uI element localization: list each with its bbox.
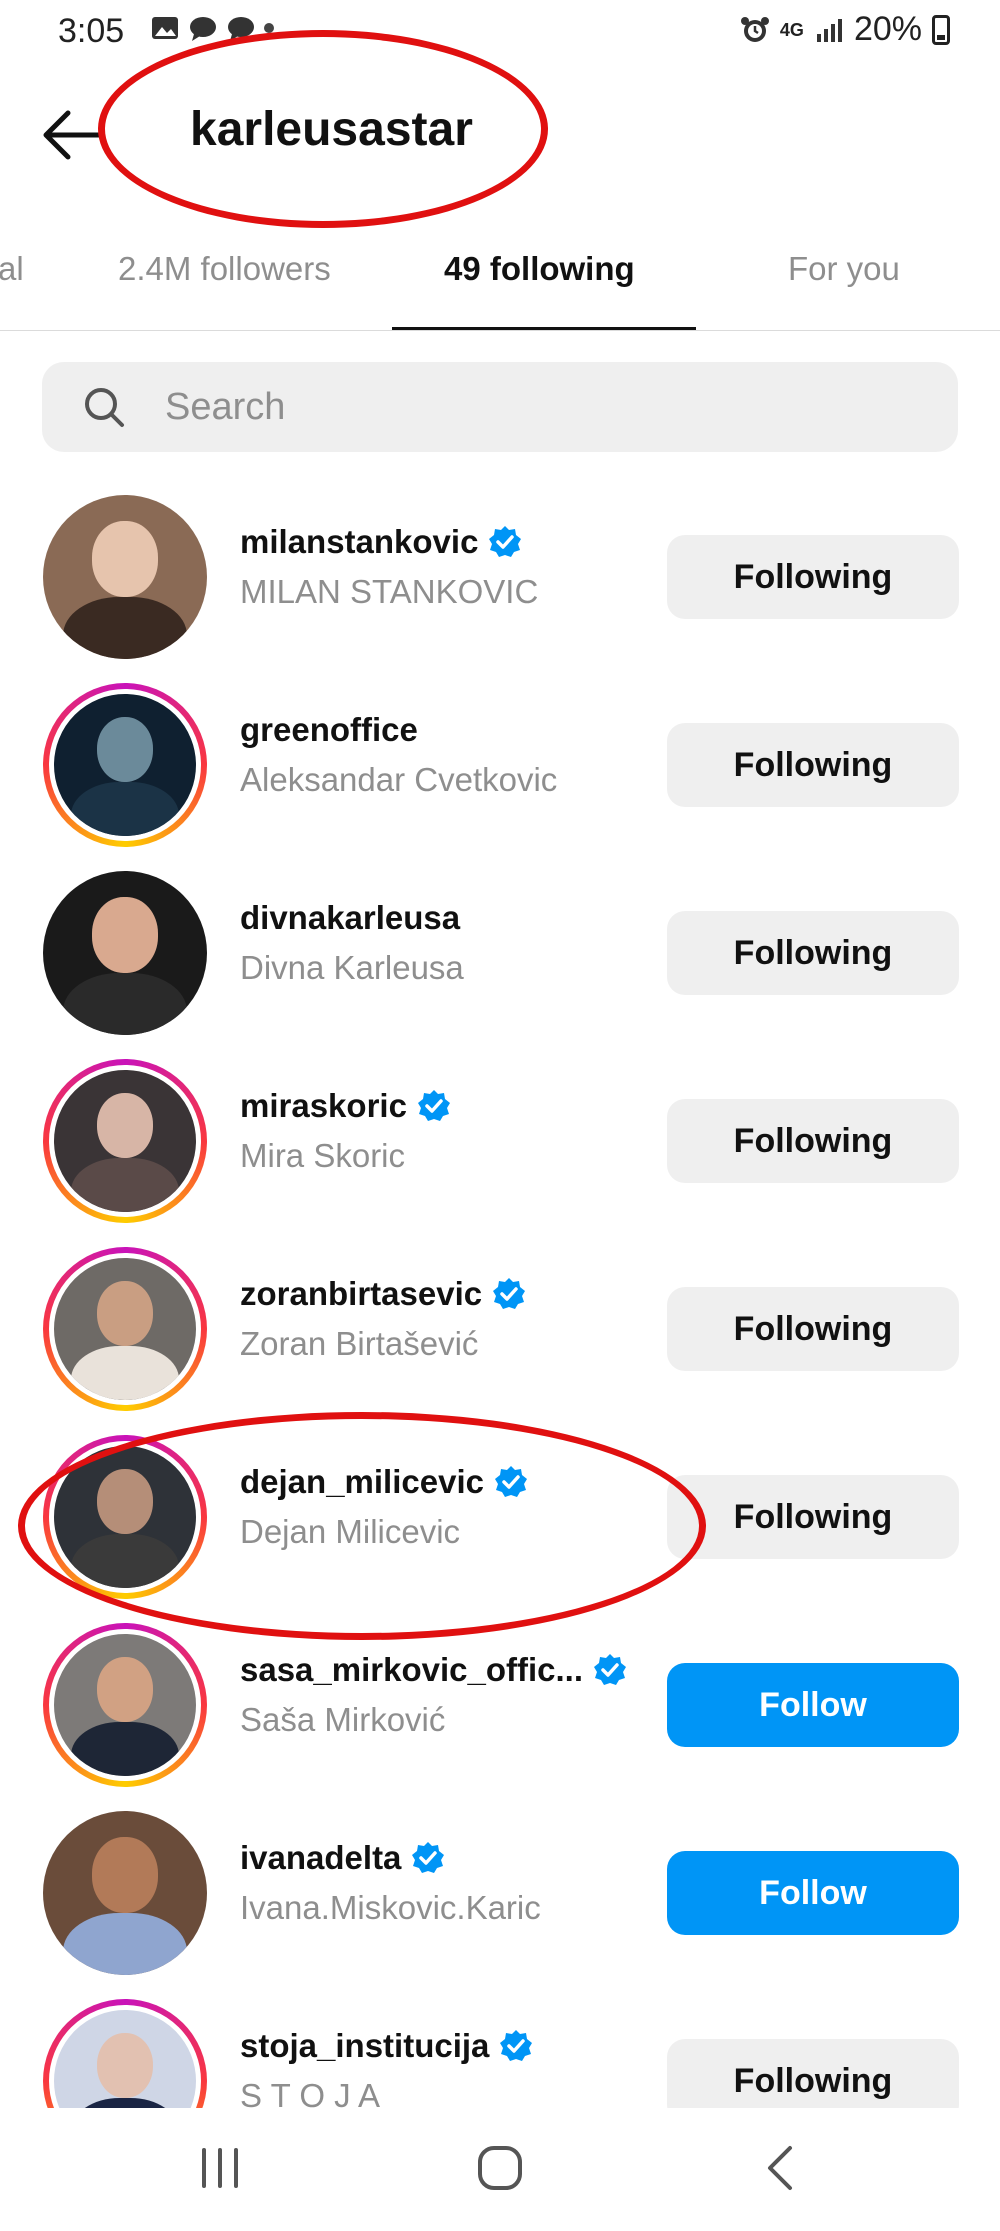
tab-divider — [0, 330, 1000, 331]
account-row[interactable]: milanstankovic MILAN STANKOVIC Following — [0, 483, 1000, 671]
search-icon — [85, 388, 124, 427]
account-username[interactable]: divnakarleusa — [240, 899, 460, 937]
avatar — [43, 495, 207, 659]
account-full-name: Saša Mirković — [240, 1701, 446, 1738]
username-line: sasa_mirkovic_offic... — [240, 1651, 627, 1689]
status-bar: 3:05 4G 20% — [0, 0, 1000, 64]
account-full-name: Zoran Birtašević — [240, 1325, 479, 1362]
username-line: ivanadelta — [240, 1839, 445, 1877]
avatar-face — [92, 1837, 158, 1913]
username-line: greenoffice — [240, 711, 418, 749]
account-row[interactable]: greenoffice Aleksandar Cvetkovic Following — [0, 671, 1000, 859]
account-row[interactable]: divnakarleusa Divna Karleusa Following — [0, 859, 1000, 1047]
avatar — [49, 1065, 201, 1217]
verified-badge-icon — [500, 2030, 533, 2061]
account-username[interactable]: zoranbirtasevic — [240, 1275, 482, 1313]
avatar — [43, 871, 207, 1035]
account-username[interactable]: greenoffice — [240, 711, 418, 749]
avatar-body — [71, 1722, 179, 1776]
avatar-frame[interactable] — [43, 495, 207, 659]
back-icon[interactable] — [752, 2138, 812, 2198]
account-full-name: Aleksandar Cvetkovic — [240, 761, 558, 798]
tab-following[interactable]: 49 following — [444, 250, 635, 288]
active-tab-indicator — [392, 327, 696, 330]
avatar-face — [96, 716, 154, 783]
tab-mutual[interactable]: al — [0, 250, 24, 288]
following-button[interactable]: Following — [667, 1475, 959, 1559]
account-full-name: MILAN STANKOVIC — [240, 573, 539, 610]
account-row[interactable]: zoranbirtasevic Zoran Birtašević Following — [0, 1235, 1000, 1423]
avatar-body — [62, 972, 188, 1035]
avatar — [49, 1629, 201, 1781]
account-row[interactable]: ivanadelta Ivana.Miskovic.Karic Follow — [0, 1799, 1000, 1987]
search-input[interactable] — [165, 380, 865, 435]
avatar-face — [96, 1280, 154, 1347]
alarm-icon — [740, 16, 769, 42]
battery-icon — [932, 14, 950, 45]
account-full-name: Mira Skoric — [240, 1137, 406, 1174]
verified-badge-icon — [493, 1278, 526, 1309]
account-username[interactable]: milanstankovic — [240, 523, 478, 561]
avatar-body — [71, 1158, 179, 1212]
account-row[interactable]: sasa_mirkovic_offic... Saša Mirković Follo… — [0, 1611, 1000, 1799]
username-line: milanstankovic — [240, 523, 522, 561]
battery-level: 20% — [853, 10, 922, 48]
avatar-face — [96, 2032, 154, 2099]
username-line: divnakarleusa — [240, 899, 460, 937]
tab-for-you[interactable]: For you — [788, 250, 900, 288]
following-button[interactable]: Following — [667, 535, 959, 619]
avatar-body — [62, 596, 188, 659]
avatar-face — [96, 1092, 154, 1159]
avatar — [49, 689, 201, 841]
avatar — [49, 1253, 201, 1405]
story-ring[interactable] — [43, 1247, 207, 1411]
chat-notification-icon — [190, 17, 216, 41]
story-ring[interactable] — [43, 1059, 207, 1223]
gallery-notification-icon — [152, 17, 178, 39]
recent-apps-icon[interactable] — [190, 2138, 250, 2198]
avatar-frame[interactable] — [43, 871, 207, 1035]
avatar-face — [96, 1656, 154, 1723]
username-line: miraskoric — [240, 1087, 451, 1125]
avatar-frame[interactable] — [43, 1811, 207, 1975]
annotation-circle-title — [98, 30, 548, 228]
status-time: 3:05 — [58, 12, 125, 50]
account-username[interactable]: sasa_mirkovic_offic... — [240, 1651, 583, 1689]
following-button[interactable]: Following — [667, 1099, 959, 1183]
account-full-name: Ivana.Miskovic.Karic — [240, 1889, 541, 1926]
following-button[interactable]: Following — [667, 911, 959, 995]
avatar-body — [71, 782, 179, 836]
network-type: 4G — [779, 19, 804, 40]
tab-followers[interactable]: 2.4M followers — [118, 250, 331, 288]
avatar-face — [92, 897, 158, 973]
story-ring[interactable] — [43, 1623, 207, 1787]
account-full-name: Divna Karleusa — [240, 949, 464, 986]
signal-icon — [816, 18, 842, 42]
account-username[interactable]: miraskoric — [240, 1087, 407, 1125]
verified-badge-icon — [489, 526, 522, 557]
system-navigation-bar — [0, 2108, 1000, 2231]
annotation-circle-highlight — [18, 1412, 706, 1640]
account-row[interactable]: miraskoric Mira Skoric Following — [0, 1047, 1000, 1235]
account-username[interactable]: stoja_institucija — [240, 2027, 489, 2065]
avatar-body — [62, 1912, 188, 1975]
follow-button[interactable]: Follow — [667, 1663, 959, 1747]
verified-badge-icon — [594, 1654, 627, 1685]
username-line: zoranbirtasevic — [240, 1275, 526, 1313]
avatar-body — [71, 1346, 179, 1400]
verified-badge-icon — [417, 1090, 450, 1121]
story-ring[interactable] — [43, 683, 207, 847]
following-button[interactable]: Following — [667, 723, 959, 807]
username-line: stoja_institucija — [240, 2027, 533, 2065]
avatar — [43, 1811, 207, 1975]
verified-badge-icon — [412, 1842, 445, 1873]
following-button[interactable]: Following — [667, 1287, 959, 1371]
account-username[interactable]: ivanadelta — [240, 1839, 401, 1877]
system-icons: 4G 20% — [740, 10, 950, 49]
follow-button[interactable]: Follow — [667, 1851, 959, 1935]
home-icon[interactable] — [470, 2138, 530, 2198]
avatar-face — [92, 521, 158, 597]
